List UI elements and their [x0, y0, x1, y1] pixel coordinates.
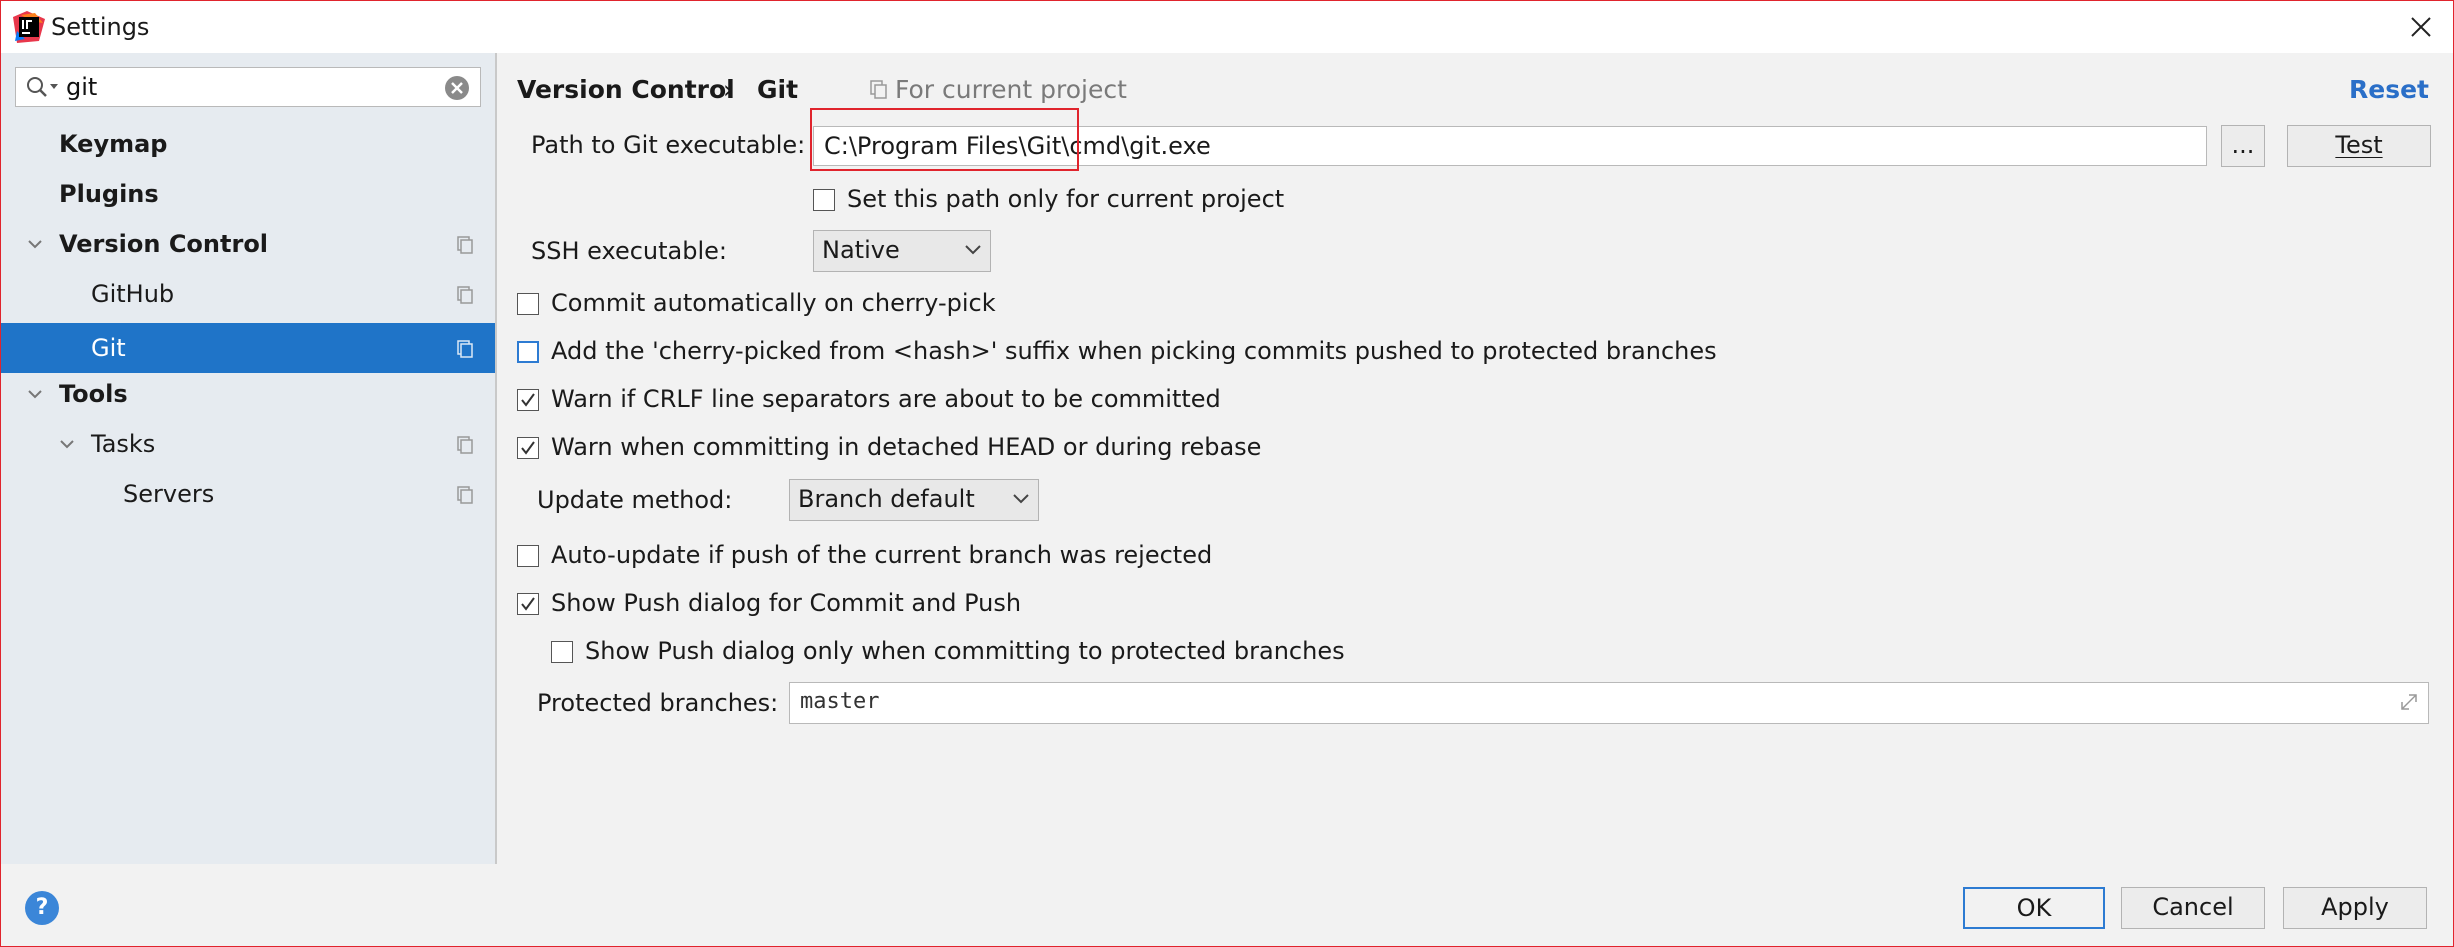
close-icon[interactable]: [2403, 9, 2439, 45]
chevron-down-icon[interactable]: [57, 434, 77, 454]
page-title: Git: [757, 75, 799, 104]
title-bar: Settings: [1, 1, 2453, 53]
checkbox-box[interactable]: [517, 593, 539, 615]
checkmark-icon: [521, 441, 535, 455]
git-settings-panel: Version Control › Git For current projec…: [497, 53, 2453, 864]
highlight-box: [810, 108, 1079, 171]
project-scope-icon: [457, 286, 473, 304]
sidebar-item-label: GitHub: [91, 280, 175, 308]
checkbox-label: Add the 'cherry-picked from <hash>' suff…: [551, 337, 1717, 365]
chevron-down-icon: [1013, 494, 1029, 504]
breadcrumb-separator: ›: [723, 75, 733, 104]
ssh-label: SSH executable:: [531, 237, 727, 265]
apply-button[interactable]: Apply: [2283, 887, 2427, 929]
checkbox-label: Show Push dialog only when committing to…: [585, 637, 1345, 665]
checkbox-label: Warn if CRLF line separators are about t…: [551, 385, 1221, 413]
sidebar-item-label: Servers: [123, 480, 215, 508]
warn-crlf-checkbox[interactable]: Warn if CRLF line separators are about t…: [517, 381, 1717, 417]
sidebar-item-github[interactable]: GitHub: [1, 269, 495, 319]
browse-button[interactable]: ...: [2221, 125, 2265, 167]
sidebar-item-git[interactable]: Git: [1, 323, 495, 373]
project-scope-icon: [457, 486, 473, 504]
breadcrumb-scope: For current project: [895, 75, 1127, 104]
checkmark-icon: [521, 393, 535, 407]
ssh-selected-value: Native: [822, 236, 900, 264]
reset-link[interactable]: Reset: [2349, 73, 2429, 107]
search-icon[interactable]: [24, 74, 60, 100]
breadcrumb-section: Version Control: [517, 75, 735, 104]
sidebar-item-label: Plugins: [59, 180, 159, 208]
ssh-executable-select[interactable]: Native: [813, 230, 991, 272]
settings-window: Settings Keymap Plugins: [0, 0, 2454, 947]
checkbox-box[interactable]: [517, 389, 539, 411]
project-scope-icon: [457, 340, 473, 358]
update-method-label: Update method:: [537, 486, 733, 514]
ok-button[interactable]: OK: [1963, 887, 2105, 929]
sidebar-item-version-control[interactable]: Version Control: [1, 219, 495, 269]
show-push-dialog-checkbox[interactable]: Show Push dialog for Commit and Push: [517, 585, 1717, 621]
sidebar-item-label: Tools: [59, 380, 128, 408]
checkbox-box[interactable]: [517, 545, 539, 567]
update-method-select[interactable]: Branch default: [789, 479, 1039, 521]
sidebar-item-label: Version Control: [59, 230, 269, 258]
cherry-pick-commit-checkbox[interactable]: Commit automatically on cherry-pick: [517, 285, 1717, 321]
checkbox-label: Set this path only for current project: [847, 185, 1285, 213]
protected-branches-label: Protected branches:: [537, 689, 779, 717]
sidebar-item-label: Git: [91, 334, 126, 362]
search-input[interactable]: [66, 70, 436, 104]
protected-branches-value: master: [800, 689, 880, 714]
checkbox-label: Auto-update if push of the current branc…: [551, 541, 1213, 569]
sidebar-item-label: Tasks: [91, 430, 156, 458]
settings-search-field[interactable]: [15, 67, 481, 107]
expand-icon[interactable]: [2398, 691, 2420, 713]
settings-sidebar: Keymap Plugins Version Control GitHub Gi…: [1, 53, 497, 864]
cancel-button[interactable]: Cancel: [2121, 887, 2265, 929]
git-path-label: Path to Git executable:: [531, 131, 806, 159]
test-button[interactable]: Test: [2287, 125, 2431, 167]
current-project-only-checkbox[interactable]: Set this path only for current project: [813, 181, 1413, 217]
chevron-down-icon: [965, 245, 981, 255]
intellij-app-icon: [13, 11, 45, 43]
sidebar-item-label: Keymap: [59, 130, 168, 158]
project-scope-icon: [457, 436, 473, 454]
sidebar-item-tools[interactable]: Tools: [1, 369, 495, 419]
sidebar-item-plugins[interactable]: Plugins: [1, 169, 495, 219]
checkmark-icon: [521, 597, 535, 611]
sidebar-item-keymap[interactable]: Keymap: [1, 119, 495, 169]
checkbox-box[interactable]: [813, 189, 835, 211]
cherry-picked-suffix-checkbox[interactable]: Add the 'cherry-picked from <hash>' suff…: [517, 333, 2017, 369]
update-method-selected-value: Branch default: [798, 485, 975, 513]
project-scope-icon: [457, 236, 473, 254]
sidebar-item-servers[interactable]: Servers: [1, 469, 495, 519]
help-icon[interactable]: ?: [25, 891, 59, 925]
window-title: Settings: [51, 13, 150, 41]
checkbox-box[interactable]: [517, 437, 539, 459]
sidebar-item-tasks[interactable]: Tasks: [1, 419, 495, 469]
protected-branches-input[interactable]: master: [789, 682, 2429, 724]
push-dialog-protected-checkbox[interactable]: Show Push dialog only when committing to…: [551, 633, 1751, 669]
project-scope-icon: [870, 80, 887, 99]
warn-detached-head-checkbox[interactable]: Warn when committing in detached HEAD or…: [517, 429, 1717, 465]
chevron-down-icon[interactable]: [25, 384, 45, 404]
checkbox-box[interactable]: [517, 341, 539, 363]
clear-search-icon[interactable]: [444, 75, 470, 101]
checkbox-box[interactable]: [551, 641, 573, 663]
chevron-down-icon[interactable]: [25, 234, 45, 254]
checkbox-label: Show Push dialog for Commit and Push: [551, 589, 1022, 617]
checkbox-label: Commit automatically on cherry-pick: [551, 289, 996, 317]
checkbox-box[interactable]: [517, 293, 539, 315]
checkbox-label: Warn when committing in detached HEAD or…: [551, 433, 1262, 461]
auto-update-checkbox[interactable]: Auto-update if push of the current branc…: [517, 537, 1717, 573]
